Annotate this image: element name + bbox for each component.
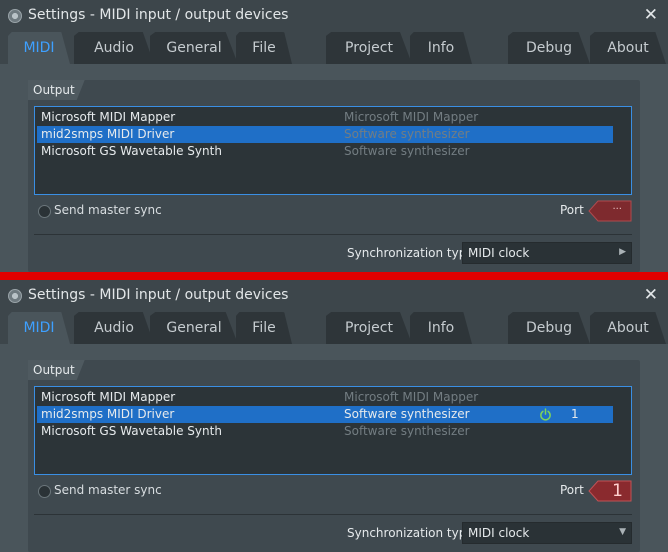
send-master-sync-radio[interactable] bbox=[38, 485, 51, 498]
window-title: Settings - MIDI input / output devices bbox=[28, 7, 289, 23]
sync-type-value: MIDI clock bbox=[468, 526, 530, 540]
tab-audio[interactable]: Audio bbox=[74, 32, 154, 64]
device-port-number: 1 bbox=[571, 407, 579, 421]
send-master-sync-label: Send master sync bbox=[54, 203, 162, 217]
window-title: Settings - MIDI input / output devices bbox=[28, 287, 289, 303]
tab-project[interactable]: Project bbox=[326, 312, 412, 344]
list-item[interactable]: Microsoft MIDI Mapper Microsoft MIDI Map… bbox=[37, 109, 613, 126]
sync-type-label: Synchronization type bbox=[347, 526, 474, 540]
list-item-selected[interactable]: mid2smps MIDI Driver Software synthesize… bbox=[37, 406, 613, 423]
sync-type-value: MIDI clock bbox=[468, 246, 530, 260]
device-type: Software synthesizer bbox=[344, 424, 470, 438]
port-value: ··· bbox=[612, 204, 622, 215]
port-label: Port bbox=[560, 203, 584, 217]
device-type: Software synthesizer bbox=[344, 407, 470, 421]
tab-file[interactable]: File bbox=[236, 32, 292, 64]
device-type: Microsoft MIDI Mapper bbox=[344, 110, 479, 124]
title-bar: Settings - MIDI input / output devices ✕ bbox=[0, 0, 668, 32]
port-field[interactable]: ··· bbox=[588, 200, 632, 222]
chevron-right-icon: ▶ bbox=[619, 247, 626, 257]
tab-strip: MIDI Audio General File Project Info Deb… bbox=[0, 32, 668, 64]
tab-debug[interactable]: Debug bbox=[508, 32, 590, 64]
device-type: Software synthesizer bbox=[344, 144, 470, 158]
tab-debug[interactable]: Debug bbox=[508, 312, 590, 344]
app-logo-icon bbox=[8, 289, 22, 303]
sync-type-select[interactable]: MIDI clock ▼ bbox=[462, 522, 632, 544]
send-master-sync-radio[interactable] bbox=[38, 205, 51, 218]
device-type: Software synthesizer bbox=[344, 127, 470, 141]
tab-general[interactable]: General bbox=[150, 312, 238, 344]
port-field[interactable]: 1 bbox=[588, 480, 632, 502]
sync-type-select[interactable]: MIDI clock ▶ bbox=[462, 242, 632, 264]
device-name: mid2smps MIDI Driver bbox=[41, 127, 175, 141]
title-bar: Settings - MIDI input / output devices ✕ bbox=[0, 280, 668, 312]
close-button[interactable]: ✕ bbox=[644, 286, 658, 304]
device-name: Microsoft GS Wavetable Synth bbox=[41, 424, 222, 438]
tab-audio[interactable]: Audio bbox=[74, 312, 154, 344]
device-type: Microsoft MIDI Mapper bbox=[344, 390, 479, 404]
list-item[interactable]: Microsoft GS Wavetable Synth Software sy… bbox=[37, 143, 613, 160]
list-item-selected[interactable]: mid2smps MIDI Driver Software synthesize… bbox=[37, 126, 613, 143]
tab-about[interactable]: About bbox=[590, 312, 666, 344]
tab-file[interactable]: File bbox=[236, 312, 292, 344]
output-group-label: Output bbox=[28, 360, 85, 380]
port-label: Port bbox=[560, 483, 584, 497]
output-device-list[interactable]: Microsoft MIDI Mapper Microsoft MIDI Map… bbox=[34, 106, 632, 195]
device-name: Microsoft GS Wavetable Synth bbox=[41, 144, 222, 158]
settings-window-after: Settings - MIDI input / output devices ✕… bbox=[0, 280, 668, 552]
output-group: Output Microsoft MIDI Mapper Microsoft M… bbox=[28, 360, 640, 552]
tab-info[interactable]: Info bbox=[410, 32, 472, 64]
list-item[interactable]: Microsoft MIDI Mapper Microsoft MIDI Map… bbox=[37, 389, 613, 406]
port-value: 1 bbox=[612, 481, 623, 501]
tab-general[interactable]: General bbox=[150, 32, 238, 64]
power-icon[interactable] bbox=[539, 408, 552, 421]
chevron-down-icon: ▼ bbox=[619, 527, 626, 537]
divider bbox=[34, 234, 632, 235]
output-group-label: Output bbox=[28, 80, 85, 100]
send-master-sync-label: Send master sync bbox=[54, 483, 162, 497]
output-group: Output Microsoft MIDI Mapper Microsoft M… bbox=[28, 80, 640, 272]
app-logo-icon bbox=[8, 9, 22, 23]
tab-strip: MIDI Audio General File Project Info Deb… bbox=[0, 312, 668, 344]
list-item[interactable]: Microsoft GS Wavetable Synth Software sy… bbox=[37, 423, 613, 440]
output-device-list[interactable]: Microsoft MIDI Mapper Microsoft MIDI Map… bbox=[34, 386, 632, 475]
device-name: Microsoft MIDI Mapper bbox=[41, 390, 176, 404]
close-button[interactable]: ✕ bbox=[644, 6, 658, 24]
device-name: Microsoft MIDI Mapper bbox=[41, 110, 176, 124]
tab-midi[interactable]: MIDI bbox=[8, 32, 70, 64]
tab-info[interactable]: Info bbox=[410, 312, 472, 344]
tab-project[interactable]: Project bbox=[326, 32, 412, 64]
settings-window-before: Settings - MIDI input / output devices ✕… bbox=[0, 0, 668, 272]
divider bbox=[34, 514, 632, 515]
tab-midi[interactable]: MIDI bbox=[8, 312, 70, 344]
device-name: mid2smps MIDI Driver bbox=[41, 407, 175, 421]
tab-about[interactable]: About bbox=[590, 32, 666, 64]
sync-type-label: Synchronization type bbox=[347, 246, 474, 260]
comparison-divider bbox=[0, 272, 668, 280]
